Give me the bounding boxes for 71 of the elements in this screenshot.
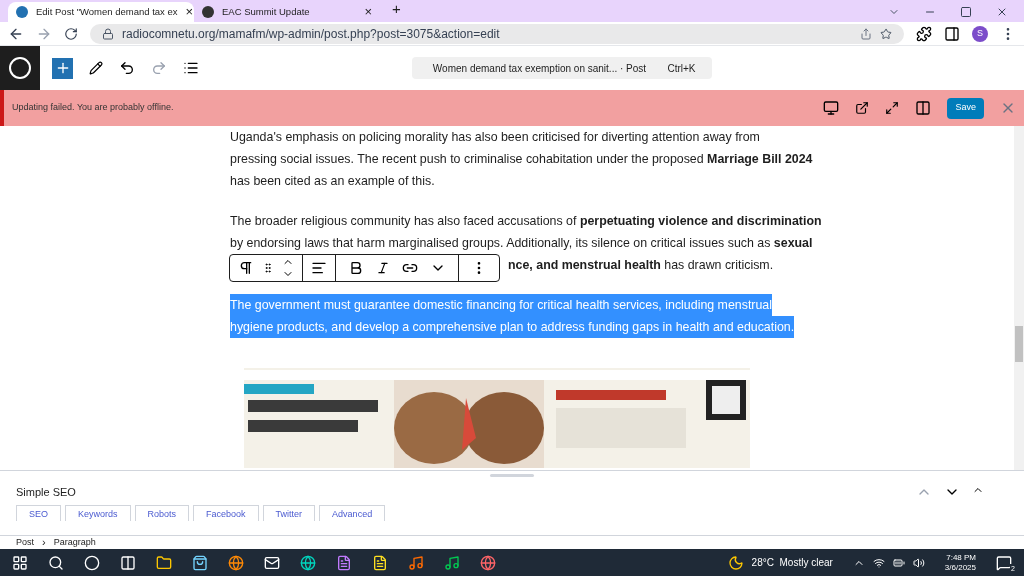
paragraph-line: has been cited as an example of this. xyxy=(230,173,435,190)
site-icon xyxy=(16,6,28,18)
mail-icon[interactable] xyxy=(264,554,280,571)
wifi-icon[interactable] xyxy=(872,556,885,569)
seo-tab[interactable]: SEO xyxy=(16,505,61,521)
weather-text[interactable]: 28°C Mostly clear xyxy=(751,555,833,570)
site-icon xyxy=(202,6,214,18)
close-icon[interactable]: × xyxy=(364,2,372,22)
notifications-icon[interactable] xyxy=(996,554,1012,571)
error-notice: Updating failed. You are probably offline. xyxy=(12,101,175,115)
add-block-button[interactable] xyxy=(52,57,73,79)
external-link-icon[interactable] xyxy=(855,101,870,115)
italic-icon[interactable] xyxy=(376,261,390,275)
breadcrumb-item[interactable]: Paragraph xyxy=(53,535,96,550)
breadcrumb-separator: › xyxy=(42,535,46,551)
pencil-icon[interactable] xyxy=(89,61,103,75)
browser-icon[interactable] xyxy=(480,554,496,571)
paragraph-line: pressing social issues. The recent push to criminalise cohabitation under the proposed Marriage Bill 2024 xyxy=(230,151,813,168)
search-icon[interactable] xyxy=(48,554,64,571)
paragraph-line: The broader religious community has also faced accusations of perpetuating violence and discrimination xyxy=(230,213,822,230)
list-view-icon[interactable] xyxy=(183,60,199,76)
paragraph-line: nce, and menstrual health has drawn criticism. xyxy=(508,257,774,274)
start-icon[interactable] xyxy=(12,554,28,571)
seo-tab[interactable]: Robots xyxy=(134,505,190,521)
reload-icon[interactable] xyxy=(64,26,78,41)
store-icon[interactable] xyxy=(192,554,208,571)
settings-panel-icon[interactable] xyxy=(915,100,932,116)
command-bar[interactable]: Women demand tax exemption on sanit... · Post Ctrl+K xyxy=(411,57,712,79)
resize-handle[interactable] xyxy=(490,473,534,477)
paragraph-line: by endorsing laws that harm marginalised groups. Additionally, its silence on critical issues such as sexual xyxy=(230,235,813,252)
drag-handle-icon[interactable] xyxy=(262,262,274,274)
scrollbar-thumb[interactable] xyxy=(1015,326,1023,362)
file-icon[interactable] xyxy=(372,554,388,571)
clock-date[interactable]: 3/6/2025 xyxy=(944,562,976,573)
volume-icon[interactable] xyxy=(912,556,925,569)
paragraph-icon[interactable] xyxy=(238,260,254,276)
close-icon[interactable] xyxy=(996,6,1008,18)
close-icon[interactable]: × xyxy=(185,2,194,22)
browser-icon[interactable] xyxy=(300,554,316,571)
panel-title: Simple SEO xyxy=(16,484,77,500)
paragraph-line: Uganda's emphasis on policing morality has also been criticised for diverting attention away from xyxy=(230,129,760,146)
battery-icon[interactable] xyxy=(892,556,905,569)
breadcrumb-item[interactable]: Post xyxy=(16,535,34,550)
lock-icon xyxy=(102,27,114,40)
side-panel-icon[interactable] xyxy=(944,25,960,42)
clock-time[interactable]: 7:48 PM xyxy=(946,552,976,563)
browser-tab[interactable]: Edit Post "Women demand tax ex × xyxy=(8,2,194,22)
moon-icon xyxy=(727,554,744,571)
browser-icon[interactable] xyxy=(228,554,244,571)
undo-icon[interactable] xyxy=(119,60,135,76)
address-bar[interactable]: radiocomnetu.org/mamafm/wp-admin/post.php?post=3075&action=edit xyxy=(90,23,904,44)
new-tab-button[interactable]: + xyxy=(388,0,405,20)
seo-tab[interactable]: Keywords xyxy=(65,505,131,521)
seo-tab[interactable]: Twitter xyxy=(262,505,316,521)
seo-tab[interactable]: Advanced xyxy=(319,505,386,521)
browser-tab[interactable]: EAC Summit Update × xyxy=(194,2,380,22)
align-icon[interactable] xyxy=(311,260,327,276)
bold-icon[interactable] xyxy=(348,260,364,276)
seo-tab[interactable]: Facebook xyxy=(193,505,259,521)
extensions-icon[interactable] xyxy=(916,25,932,42)
profile-avatar[interactable]: S xyxy=(972,25,988,42)
star-icon[interactable] xyxy=(880,27,892,40)
restore-icon[interactable] xyxy=(960,6,972,18)
folder-icon[interactable] xyxy=(156,554,172,571)
circle-icon[interactable] xyxy=(84,554,100,571)
music-icon[interactable] xyxy=(444,554,460,571)
desktop-preview-icon[interactable] xyxy=(823,100,840,116)
task-view-icon[interactable] xyxy=(120,554,136,571)
share-icon[interactable] xyxy=(860,27,872,40)
fullscreen-icon[interactable] xyxy=(885,101,900,115)
save-button[interactable]: Save xyxy=(947,97,984,119)
